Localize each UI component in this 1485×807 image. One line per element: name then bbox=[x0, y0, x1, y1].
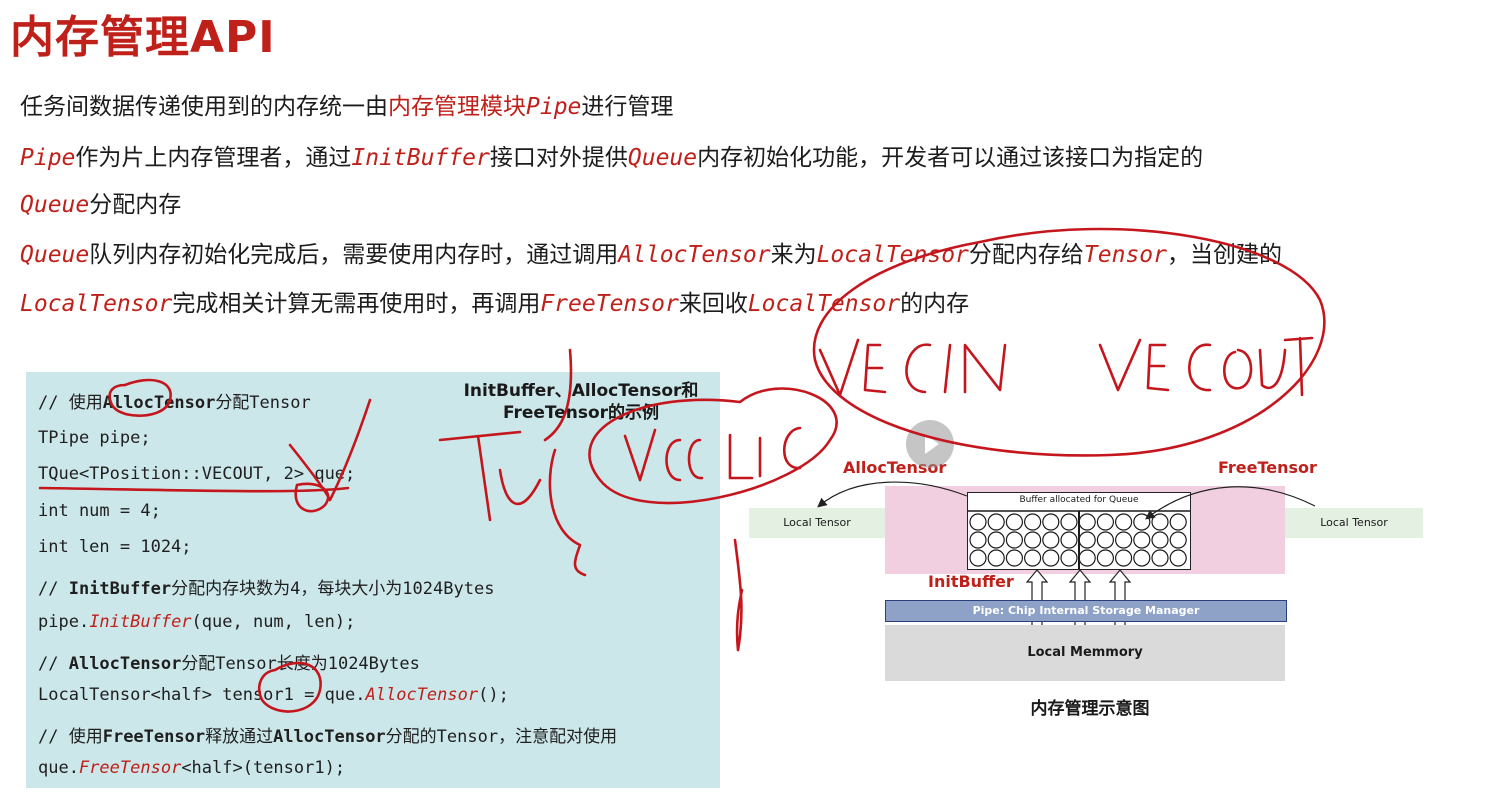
code-caption-line-2: FreeTensor的示例 bbox=[502, 403, 660, 423]
diagram-caption: 内存管理示意图 bbox=[1030, 699, 1150, 719]
page-title: 内存管理API bbox=[10, 12, 276, 63]
p5-text-a: 完成相关计算无需再使用时，再调用 bbox=[172, 291, 541, 317]
play-button[interactable] bbox=[906, 420, 954, 468]
code-function: InitBuffer bbox=[89, 612, 192, 632]
code-bold: AllocTensor bbox=[68, 654, 182, 674]
code-text: LocalTensor<half> tensor1 = que. bbox=[38, 685, 366, 705]
p4-text-d: ，当创建的 bbox=[1167, 242, 1282, 268]
p2-keyword-queue: Queue bbox=[627, 145, 698, 171]
memory-management-diagram: AllocTensor FreeTensor Local Tensor Loca… bbox=[745, 420, 1445, 720]
pipe-manager-bar: Pipe: Chip Internal Storage Manager bbox=[885, 600, 1287, 622]
p4-keyword-queue: Queue bbox=[20, 242, 90, 268]
code-comment: // bbox=[38, 579, 69, 599]
p2-text-c: 内存初始化功能，开发者可以通过该接口为指定的 bbox=[697, 145, 1204, 171]
p5-keyword-localtensor-2: LocalTensor bbox=[747, 291, 901, 317]
code-line-10: // 使用FreeTensor释放通过AllocTensor分配的Tensor，… bbox=[38, 722, 617, 747]
p4-text-c: 分配内存给 bbox=[968, 242, 1084, 268]
ink-squiggle-icon bbox=[733, 538, 744, 652]
free-arrow-icon bbox=[1145, 486, 1316, 520]
p4-keyword-tensor: Tensor bbox=[1083, 242, 1167, 268]
p2-keyword-pipe: Pipe bbox=[20, 145, 76, 171]
p2-text-a: 作为片上内存管理者，通过 bbox=[75, 145, 352, 171]
code-comment-end: 分配的Tensor，注意配对使用 bbox=[385, 727, 618, 747]
p4-text-b: 来为 bbox=[770, 242, 817, 268]
code-comment-end: 分配Tensor bbox=[215, 393, 311, 413]
code-function: AllocTensor bbox=[365, 685, 479, 705]
ink-vecout-icon bbox=[1098, 336, 1314, 397]
paragraph-3: Queue分配内存 bbox=[20, 190, 181, 220]
code-comment-end: 分配内存块数为4，每块大小为1024Bytes bbox=[171, 579, 495, 599]
paragraph-2: Pipe作为片上内存管理者，通过InitBuffer接口对外提供Queue内存初… bbox=[20, 143, 1203, 173]
code-comment: // 使用 bbox=[38, 393, 103, 413]
code-text-end: <half>(tensor1); bbox=[181, 758, 346, 778]
p5-text-b: 来回收 bbox=[678, 291, 748, 317]
local-memory-block: Local Memmory bbox=[885, 625, 1285, 681]
p1-text: 任务间数据传递使用到的内存统一由 bbox=[20, 94, 388, 120]
p5-keyword-localtensor: LocalTensor bbox=[20, 291, 173, 317]
code-text: que. bbox=[38, 758, 79, 778]
code-function: FreeTensor bbox=[78, 758, 182, 778]
p1-text-end: 进行管理 bbox=[581, 94, 674, 120]
p3-text: 分配内存 bbox=[89, 192, 182, 218]
p2-text-b: 接口对外提供 bbox=[489, 145, 628, 171]
paragraph-5: LocalTensor完成相关计算无需再使用时，再调用FreeTensor来回收… bbox=[20, 289, 969, 319]
p1-keyword-pipe: Pipe bbox=[526, 94, 582, 120]
code-bold: AllocTensor bbox=[102, 393, 216, 413]
code-bold-2: AllocTensor bbox=[273, 727, 386, 747]
code-line-6: // InitBuffer分配内存块数为4，每块大小为1024Bytes bbox=[38, 574, 494, 599]
code-example-panel: InitBuffer、AllocTensor和 FreeTensor的示例 //… bbox=[26, 372, 720, 788]
code-comment-mid: 释放通过 bbox=[205, 727, 274, 747]
paragraph-4: Queue队列内存初始化完成后，需要使用内存时，通过调用AllocTensor来… bbox=[20, 240, 1282, 270]
code-line-9: LocalTensor<half> tensor1 = que.AllocTen… bbox=[38, 685, 509, 705]
code-line-11: que.FreeTensor<half>(tensor1); bbox=[38, 758, 345, 778]
code-line-3: TQue<TPosition::VECOUT, 2> que; bbox=[38, 464, 356, 484]
code-comment: // bbox=[38, 654, 69, 674]
ink-vecin-icon bbox=[818, 338, 1007, 397]
code-line-7: pipe.InitBuffer(que, num, len); bbox=[38, 612, 355, 632]
p4-keyword-alloctensor: AllocTensor bbox=[618, 242, 771, 268]
code-line-1: // 使用AllocTensor分配Tensor bbox=[38, 388, 311, 413]
p1-keyword-module: 内存管理模块 bbox=[388, 94, 526, 120]
p5-keyword-freetensor: FreeTensor bbox=[540, 291, 679, 317]
p5-text-c: 的内存 bbox=[900, 291, 970, 317]
code-caption-line-1: InitBuffer、AllocTensor和 bbox=[463, 381, 699, 401]
paragraph-1: 任务间数据传递使用到的内存统一由内存管理模块Pipe进行管理 bbox=[20, 92, 673, 122]
alloc-arrow-icon bbox=[817, 481, 968, 508]
code-line-2: TPipe pipe; bbox=[38, 428, 151, 448]
code-line-8: // AllocTensor分配Tensor长度为1024Bytes bbox=[38, 649, 420, 674]
code-caption: InitBuffer、AllocTensor和 FreeTensor的示例 bbox=[446, 380, 716, 424]
p4-keyword-localtensor: LocalTensor bbox=[816, 242, 969, 268]
code-text: pipe. bbox=[38, 612, 90, 632]
p4-text-a: 队列内存初始化完成后，需要使用内存时，通过调用 bbox=[89, 242, 619, 268]
p2-keyword-initbuffer: InitBuffer bbox=[351, 145, 490, 171]
code-text-end: (que, num, len); bbox=[191, 612, 356, 632]
code-bold: InitBuffer bbox=[68, 579, 172, 599]
code-line-5: int len = 1024; bbox=[38, 537, 192, 557]
code-bold: FreeTensor bbox=[102, 727, 206, 747]
code-text-end: (); bbox=[478, 685, 509, 705]
code-line-4: int num = 4; bbox=[38, 501, 161, 521]
p3-keyword-queue: Queue bbox=[20, 192, 90, 218]
code-comment-end: 分配Tensor长度为1024Bytes bbox=[181, 654, 420, 674]
code-comment: // 使用 bbox=[38, 727, 103, 747]
